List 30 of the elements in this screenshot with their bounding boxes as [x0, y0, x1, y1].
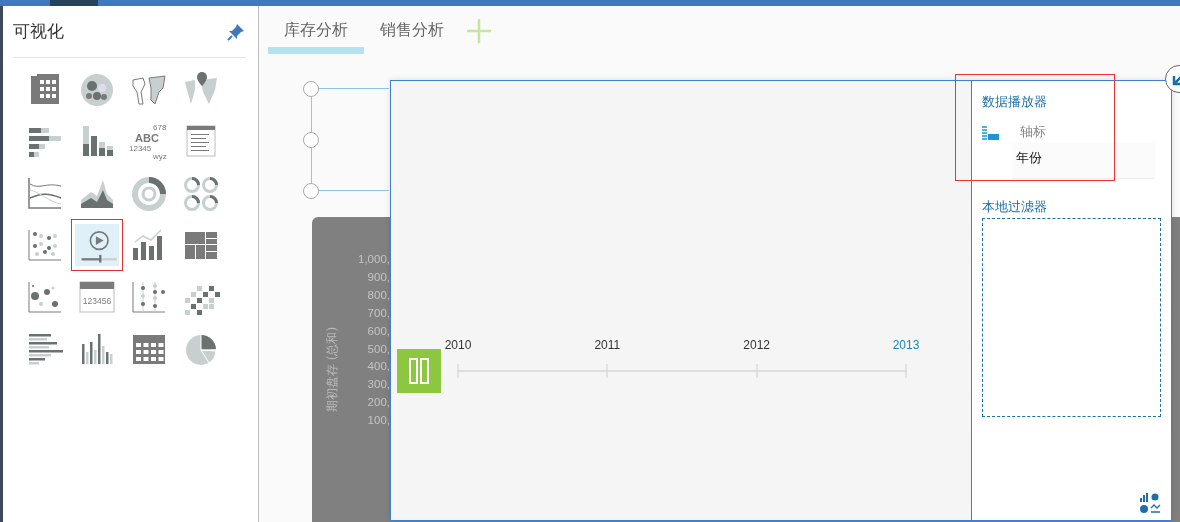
year-label[interactable]: 2011: [592, 338, 623, 352]
pin-icon[interactable]: [226, 21, 246, 42]
year-label[interactable]: 2010: [443, 338, 473, 352]
tab[interactable]: 销售分析: [364, 14, 460, 54]
year-label[interactable]: 2012: [741, 338, 772, 352]
axis-label: 800,: [367, 287, 390, 303]
resize-handle[interactable]: [303, 132, 319, 148]
axis-label: 700,: [367, 305, 390, 321]
pause-icon: [408, 357, 430, 385]
axis-label: 900,: [367, 269, 390, 285]
axis-field[interactable]: 年份: [1012, 143, 1155, 179]
year-label[interactable]: 2013: [891, 338, 921, 352]
axis-label: 100,: [367, 413, 390, 429]
section-title: 本地过滤器: [982, 198, 1048, 216]
charts-logo-icon: [1139, 492, 1161, 514]
axis-label: 300,: [367, 377, 390, 393]
axis-label: 600,: [367, 323, 390, 339]
axis-label: 500,: [367, 341, 390, 357]
field-label: 轴标: [1020, 123, 1047, 141]
resize-handle[interactable]: [303, 81, 319, 97]
axis-label: 200,: [367, 395, 390, 411]
panel-title: 可视化: [13, 21, 64, 43]
play-slider-icon[interactable]: [75, 224, 119, 266]
resize-handle[interactable]: [303, 183, 319, 199]
section-title: 数据播放器: [982, 93, 1048, 111]
axis-label: 1,000,: [358, 252, 390, 267]
axis-field-icon: [982, 126, 999, 140]
tag-cloud-icon[interactable]: 678 ABC 12345 wyz: [129, 121, 169, 161]
axis-label: 400,: [367, 359, 390, 375]
timeline-track[interactable]: [457, 364, 907, 378]
